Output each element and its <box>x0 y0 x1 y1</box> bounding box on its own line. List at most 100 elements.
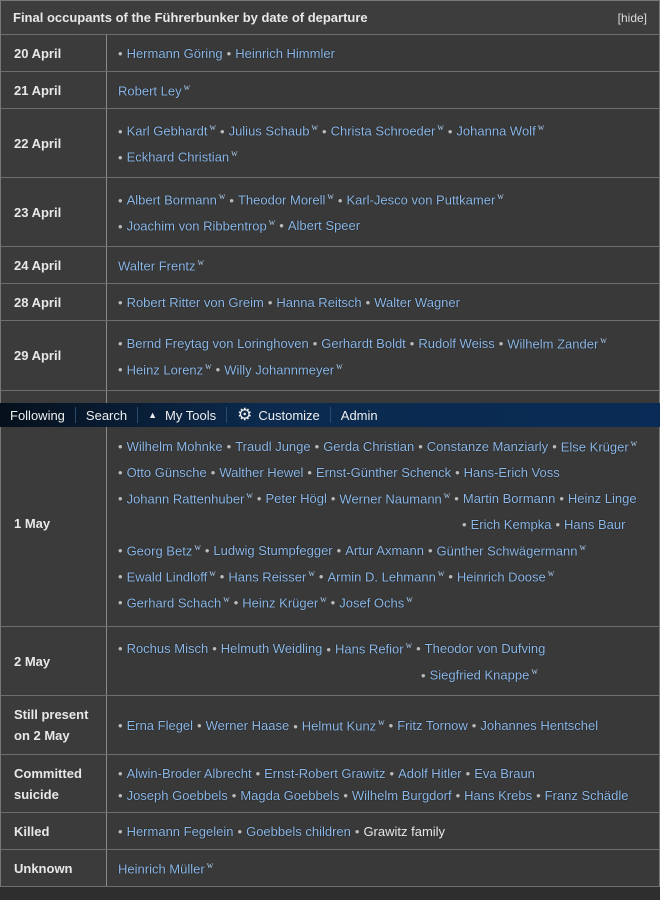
wikipedia-icon[interactable]: w <box>207 860 214 870</box>
person-link[interactable]: Siegfried Knappe <box>430 668 530 683</box>
person-link[interactable]: Walther Hewel <box>219 465 303 480</box>
person-link[interactable]: Armin D. Lehmann <box>327 569 435 584</box>
wikipedia-icon[interactable]: w <box>444 490 451 500</box>
person-link[interactable]: Helmuth Weidling <box>221 641 323 656</box>
wikipedia-icon[interactable]: w <box>336 361 343 371</box>
person-link[interactable]: Hans Refior <box>335 642 404 657</box>
person-link[interactable]: Robert Ley <box>118 84 182 99</box>
person-link[interactable]: Helmut Kunz <box>302 719 376 734</box>
person-link[interactable]: Eckhard Christian <box>127 150 230 165</box>
person-link[interactable]: Heinrich Doose <box>457 569 546 584</box>
wikipedia-icon[interactable]: w <box>437 122 444 132</box>
person-link[interactable]: Rudolf Weiss <box>418 336 494 351</box>
toolbar-mytools[interactable]: ▲ My Tools <box>138 407 228 423</box>
person-link[interactable]: Günther Schwägermann <box>437 543 578 558</box>
person-link[interactable]: Alwin-Broder Albrecht <box>127 766 252 781</box>
wikipedia-icon[interactable]: w <box>538 122 545 132</box>
person-link[interactable]: Ewald Lindloff <box>127 569 208 584</box>
wikipedia-icon[interactable]: w <box>205 361 212 371</box>
person-link[interactable]: Adolf Hitler <box>398 766 462 781</box>
person-link[interactable]: Magda Goebbels <box>240 788 339 803</box>
wikipedia-icon[interactable]: w <box>531 666 538 676</box>
person-link[interactable]: Heinz Linge <box>568 491 637 506</box>
person-link[interactable]: Julius Schaub <box>229 124 310 139</box>
person-link[interactable]: Goebbels children <box>246 824 351 839</box>
toolbar-search[interactable]: Search <box>76 407 139 423</box>
person-link[interactable]: Joachim von Ribbentrop <box>127 219 267 234</box>
person-link[interactable]: Artur Axmann <box>345 543 424 558</box>
wikipedia-icon[interactable]: w <box>269 217 276 227</box>
person-link[interactable]: Joseph Goebbels <box>127 788 228 803</box>
wikipedia-icon[interactable]: w <box>184 82 191 92</box>
wikipedia-icon[interactable]: w <box>579 542 586 552</box>
person-link[interactable]: Wilhelm Mohnke <box>127 439 223 454</box>
wikipedia-icon[interactable]: w <box>406 640 413 650</box>
person-link[interactable]: Johannes Hentschel <box>480 718 598 733</box>
wikipedia-icon[interactable]: w <box>631 438 638 448</box>
person-link[interactable]: Karl Gebhardt <box>127 124 208 139</box>
person-link[interactable]: Wilhelm Burgdorf <box>352 788 452 803</box>
wikipedia-icon[interactable]: w <box>312 122 319 132</box>
person-link[interactable]: Hans Reisser <box>228 569 306 584</box>
wikipedia-icon[interactable]: w <box>378 717 385 727</box>
person-link[interactable]: Ernst-Robert Grawitz <box>264 766 385 781</box>
person-link[interactable]: Constanze Manziarly <box>427 439 548 454</box>
wikipedia-icon[interactable]: w <box>231 148 238 158</box>
person-link[interactable]: Hans Baur <box>564 517 625 532</box>
person-link[interactable]: Franz Schädle <box>545 788 629 803</box>
wikipedia-icon[interactable]: w <box>438 568 445 578</box>
toolbar-following[interactable]: Following <box>0 407 76 423</box>
wikipedia-icon[interactable]: w <box>406 594 413 604</box>
wikipedia-icon[interactable]: w <box>308 568 315 578</box>
person-link[interactable]: Erna Flegel <box>127 718 193 733</box>
person-link[interactable]: Hermann Fegelein <box>127 824 234 839</box>
person-link[interactable]: Werner Naumann <box>339 491 441 506</box>
wikipedia-icon[interactable]: w <box>600 335 607 345</box>
person-link[interactable]: Christa Schroeder <box>331 124 436 139</box>
person-link[interactable]: Otto Günsche <box>127 465 207 480</box>
person-link[interactable]: Werner Haase <box>206 718 290 733</box>
person-link[interactable]: Bernd Freytag von Loringhoven <box>127 336 309 351</box>
wikipedia-icon[interactable]: w <box>246 490 253 500</box>
person-link[interactable]: Robert Ritter von Greim <box>127 295 264 310</box>
person-link[interactable]: Heinrich Müller <box>118 862 205 877</box>
person-link[interactable]: Hans-Erich Voss <box>464 465 560 480</box>
wikipedia-icon[interactable]: w <box>223 594 230 604</box>
person-link[interactable]: Erich Kempka <box>471 517 552 532</box>
wikipedia-icon[interactable]: w <box>219 191 226 201</box>
person-link[interactable]: Willy Johannmeyer <box>224 362 334 377</box>
person-link[interactable]: Hanna Reitsch <box>276 295 361 310</box>
person-link[interactable]: Theodor Morell <box>238 193 325 208</box>
person-link[interactable]: Peter Högl <box>265 491 326 506</box>
person-link[interactable]: Heinz Lorenz <box>127 362 204 377</box>
person-link[interactable]: Heinz Krüger <box>242 595 318 610</box>
wikipedia-icon[interactable]: w <box>198 257 205 267</box>
wikipedia-icon[interactable]: w <box>497 191 504 201</box>
wikipedia-icon[interactable]: w <box>548 568 555 578</box>
person-link[interactable]: Gerhard Schach <box>127 595 222 610</box>
wikipedia-icon[interactable]: w <box>320 594 327 604</box>
person-link[interactable]: Wilhelm Zander <box>507 336 598 351</box>
person-link[interactable]: Heinrich Himmler <box>235 46 335 61</box>
person-link[interactable]: Johann Rattenhuber <box>127 491 245 506</box>
wikipedia-icon[interactable]: w <box>210 122 217 132</box>
person-link[interactable]: Rochus Misch <box>127 641 209 656</box>
wikipedia-icon[interactable]: w <box>327 191 334 201</box>
person-link[interactable]: Theodor von Dufving <box>425 641 546 656</box>
person-link[interactable]: Hermann Göring <box>127 46 223 61</box>
person-link[interactable]: Albert Speer <box>288 218 360 233</box>
hide-toggle[interactable]: [hide] <box>618 11 647 25</box>
person-link[interactable]: Traudl Junge <box>235 439 310 454</box>
person-link[interactable]: Else Krüger <box>561 439 629 454</box>
wikipedia-icon[interactable]: w <box>209 568 216 578</box>
person-link[interactable]: Eva Braun <box>474 766 535 781</box>
person-link[interactable]: Fritz Tornow <box>397 718 468 733</box>
person-link[interactable]: Georg Betz <box>127 543 193 558</box>
toolbar-customize[interactable]: ⚙ Customize <box>227 405 331 424</box>
person-link[interactable]: Albert Bormann <box>127 193 217 208</box>
person-link[interactable]: Walter Wagner <box>374 295 460 310</box>
person-link[interactable]: Walter Frentz <box>118 259 196 274</box>
person-link[interactable]: Ernst-Günther Schenck <box>316 465 451 480</box>
person-link[interactable]: Johanna Wolf <box>456 124 535 139</box>
person-link[interactable]: Gerda Christian <box>323 439 414 454</box>
